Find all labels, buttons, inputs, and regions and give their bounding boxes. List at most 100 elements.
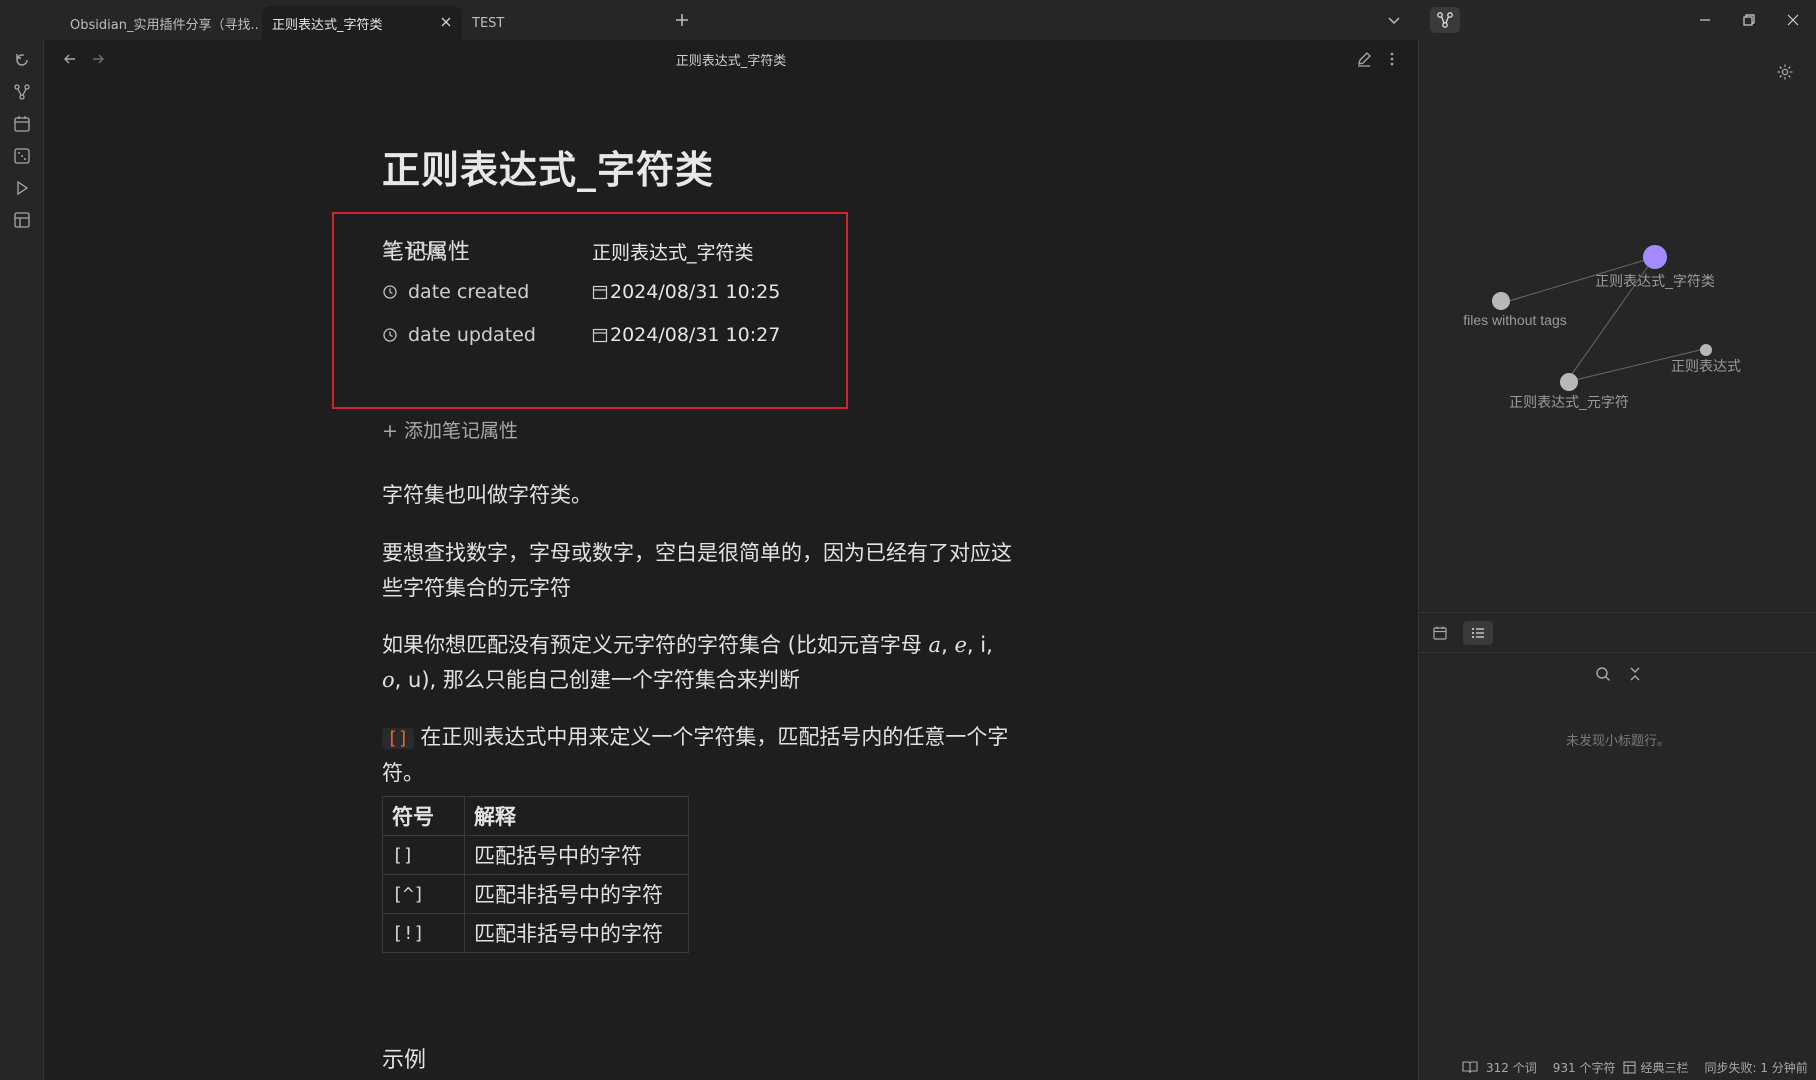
graph-view-button[interactable] xyxy=(1430,7,1460,33)
word-count: 312 个词 xyxy=(1486,1060,1537,1075)
symbol-table: 符号 解释 [] 匹配括号中的字符 [^] 匹配非括号中的字符 [!] 匹配非括… xyxy=(382,796,689,953)
table-header[interactable]: 符号 xyxy=(382,796,465,836)
paragraph: [] 在正则表达式中用来定义一个字符集，匹配括号内的任意一个字 符。 xyxy=(382,720,1122,791)
sync-status[interactable]: 同步失败: 1 分钟前 xyxy=(1704,1059,1807,1076)
template-icon[interactable] xyxy=(12,210,32,230)
property-key-label: title xyxy=(408,238,446,260)
paragraph-line: 要想查找数字，字母或数字，空白是很简单的，因为已经有了对应这 xyxy=(382,541,1012,565)
table-header-row: 符号 解释 xyxy=(382,796,689,836)
paragraph-line: o, u), 那么只能自己创建一个字符集合来判断 xyxy=(382,663,1122,698)
separator: , xyxy=(966,633,981,657)
property-key[interactable]: title xyxy=(382,238,445,260)
calendar-icon[interactable] xyxy=(592,327,608,343)
local-graph-pane[interactable]: 正则表达式_字符类 files without tags 正则表达式 正则表达式… xyxy=(1419,40,1816,612)
table-header[interactable]: 解释 xyxy=(464,796,689,836)
sidebar-tab-strip xyxy=(1419,613,1816,653)
close-window-icon[interactable] xyxy=(1783,10,1803,30)
search-icon[interactable] xyxy=(1593,664,1613,684)
math-o: o xyxy=(382,668,395,692)
restore-icon[interactable] xyxy=(1739,10,1759,30)
paragraph: 要想查找数字，字母或数字，空白是很简单的，因为已经有了对应这 些字符集合的元字符 xyxy=(382,536,1122,606)
separator: , xyxy=(941,633,955,657)
table-cell-desc[interactable]: 匹配括号中的字符 xyxy=(464,835,689,875)
paragraph: 字符集也叫做字符类。 xyxy=(382,478,1122,513)
paragraph-line: 些字符集合的元字符 xyxy=(382,576,571,600)
separator: , xyxy=(986,633,993,657)
paragraph-text: ), 那么只能自己创建一个字符集合来判断 xyxy=(421,668,800,692)
editor-view: 正则表达式_字符类 正则表达式_字符类 笔记属性 title 正则表达式_字符类… xyxy=(44,40,1418,1080)
property-value[interactable]: 2024/08/31 10:27 xyxy=(592,324,780,346)
table-cell-desc[interactable]: 匹配非括号中的字符 xyxy=(464,913,689,953)
paragraph-text: 如果你想匹配没有预定义元字符的字符集合 (比如元音字母 xyxy=(382,633,929,657)
property-value-text: 2024/08/31 10:27 xyxy=(610,324,781,346)
layout-icon xyxy=(1623,1060,1637,1074)
edit-pencil-icon[interactable] xyxy=(1354,49,1374,69)
table-cell-symbol[interactable]: [^] xyxy=(382,874,465,914)
graph-node[interactable] xyxy=(1700,344,1712,356)
view-header: 正则表达式_字符类 xyxy=(44,40,1418,78)
calendar-icon[interactable] xyxy=(12,114,32,134)
property-date-created[interactable]: date created 2024/08/31 10:25 xyxy=(382,281,842,311)
book-icon xyxy=(1462,1061,1478,1074)
tab-obsidian-plugins[interactable]: Obsidian_实用插件分享（寻找... xyxy=(60,6,260,40)
tab-outline[interactable] xyxy=(1463,621,1493,645)
note-title[interactable]: 正则表达式_字符类 xyxy=(382,140,1122,200)
minimize-icon[interactable] xyxy=(1695,10,1715,30)
tab-label: Obsidian_实用插件分享（寻找... xyxy=(70,17,260,33)
graph-node[interactable] xyxy=(1560,373,1578,391)
property-value[interactable]: 2024/08/31 10:25 xyxy=(592,281,780,303)
collapse-all-icon[interactable] xyxy=(1625,664,1645,684)
graph-canvas[interactable]: 正则表达式_字符类 files without tags 正则表达式 正则表达式… xyxy=(1419,40,1816,600)
property-key[interactable]: date updated xyxy=(382,324,536,346)
table-row: [] 匹配括号中的字符 xyxy=(382,835,689,875)
status-bar: 312 个词 931 个字符 经典三栏 同步失败: 1 分钟前 xyxy=(1452,1054,1816,1080)
play-icon[interactable] xyxy=(12,178,32,198)
status-word-count[interactable]: 312 个词 xyxy=(1462,1059,1545,1076)
view-header-title[interactable]: 正则表达式_字符类 xyxy=(44,50,1418,69)
graph-node-active[interactable] xyxy=(1643,245,1667,269)
calendar-icon xyxy=(1433,626,1447,640)
calendar-icon[interactable] xyxy=(592,284,608,300)
paragraph-line: 符。 xyxy=(382,761,424,785)
table-cell-symbol[interactable]: [] xyxy=(382,835,465,875)
property-key-label: date created xyxy=(408,281,530,303)
property-title[interactable]: title 正则表达式_字符类 xyxy=(382,238,842,268)
tab-test[interactable]: TEST xyxy=(462,6,662,40)
tab-label: TEST xyxy=(472,15,505,31)
graph-node-label: 正则表达式_元字符 xyxy=(1509,394,1629,410)
graph-node[interactable] xyxy=(1492,292,1510,310)
tab-label: 正则表达式_字符类 xyxy=(272,17,383,33)
table-cell-symbol[interactable]: [!] xyxy=(382,913,465,953)
property-value[interactable]: 正则表达式_字符类 xyxy=(592,238,754,265)
close-icon[interactable] xyxy=(438,14,454,30)
section-heading-example[interactable]: 示例 xyxy=(382,1042,426,1074)
status-layout[interactable]: 经典三栏 xyxy=(1623,1059,1696,1076)
note-title-wrap: 正则表达式_字符类 xyxy=(382,140,1122,200)
graph-node-label: 正则表达式_字符类 xyxy=(1595,273,1715,289)
graph-node-label: files without tags xyxy=(1463,312,1567,328)
math-u: u xyxy=(408,668,422,692)
new-tab-icon[interactable] xyxy=(672,10,692,30)
text-lines-icon xyxy=(384,244,396,254)
graph-icon[interactable] xyxy=(12,82,32,102)
chevron-down-icon[interactable] xyxy=(1384,10,1404,30)
paragraph: 如果你想匹配没有预定义元字符的字符集合 (比如元音字母 a, e, i, o, … xyxy=(382,628,1122,698)
tab-calendar[interactable] xyxy=(1425,621,1455,645)
tab-regex-char-class[interactable]: 正则表达式_字符类 xyxy=(262,6,462,40)
dice-icon[interactable] xyxy=(12,146,32,166)
property-key-label: date updated xyxy=(408,324,536,346)
clock-icon xyxy=(383,285,397,299)
layout-label: 经典三栏 xyxy=(1640,1060,1689,1075)
table-cell-desc[interactable]: 匹配非括号中的字符 xyxy=(464,874,689,914)
paragraph-line: [] 在正则表达式中用来定义一个字符集，匹配括号内的任意一个字 xyxy=(382,720,1122,756)
table-row: [!] 匹配非括号中的字符 xyxy=(382,913,689,953)
add-property-button[interactable]: + 添加笔记属性 xyxy=(382,416,518,443)
property-date-updated[interactable]: date updated 2024/08/31 10:27 xyxy=(382,324,842,354)
sync-icon[interactable] xyxy=(12,50,32,70)
property-value-text: 正则表达式_字符类 xyxy=(592,242,754,264)
table-row: [^] 匹配非括号中的字符 xyxy=(382,874,689,914)
char-count: 931 个字符 xyxy=(1552,1060,1616,1075)
property-key[interactable]: date created xyxy=(382,281,529,303)
clock-icon xyxy=(383,328,397,342)
more-options-icon[interactable] xyxy=(1382,49,1402,69)
